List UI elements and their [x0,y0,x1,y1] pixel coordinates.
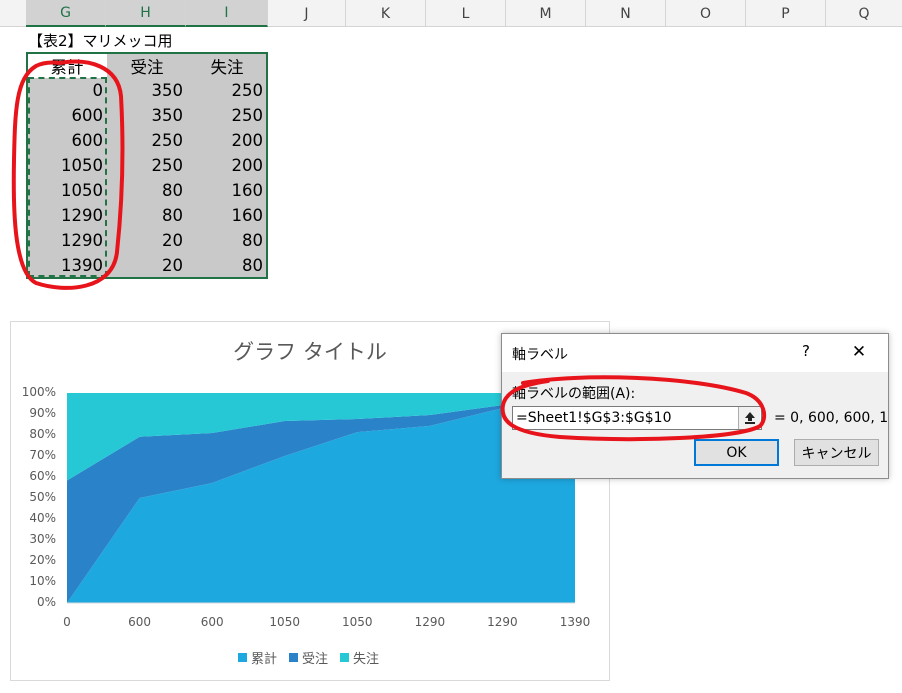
x-tick-label: 1390 [559,615,591,629]
range-collapse-button[interactable] [738,407,760,429]
legend-item-series-1: 累計 [238,648,277,667]
y-tick-label: 20% [29,553,56,567]
y-tick-label: 30% [29,532,56,546]
y-tick-label: 90% [29,406,56,420]
y-tick-label: 10% [29,574,56,588]
axis-label-dialog: 軸ラベル ? ✕ 軸ラベルの範囲(A): =Sheet1!$G$3:$G$10 … [501,333,889,479]
dialog-titlebar[interactable]: 軸ラベル ? ✕ [502,334,888,372]
collapse-arrow-icon [744,412,755,424]
range-preview-text: = 0, 600, 600, 1 [774,410,889,426]
y-tick-label: 40% [29,511,56,525]
legend-label: 失注 [353,652,380,667]
legend-item-series-3: 失注 [340,648,379,667]
y-tick-label: 0% [36,595,56,609]
cancel-button[interactable]: キャンセル [794,439,879,466]
x-tick-label: 600 [200,615,224,629]
x-tick-label: 1050 [269,615,300,629]
y-tick-label: 80% [29,427,56,441]
legend-item-series-2: 受注 [289,648,328,667]
ok-button[interactable]: OK [694,439,779,466]
x-tick-label: 1290 [414,615,446,629]
y-tick-label: 100% [21,385,56,399]
dialog-title: 軸ラベル [512,347,568,363]
x-tick-label: 0 [63,615,71,629]
x-tick-label: 1050 [342,615,373,629]
axis-label-range-value: =Sheet1!$G$3:$G$10 [516,410,672,426]
y-tick-label: 70% [29,448,56,462]
chart-legend[interactable]: 累計 受注 失注 [238,648,379,667]
y-tick-label: 50% [29,490,56,504]
legend-label: 受注 [302,652,329,667]
legend-swatch [289,653,299,662]
axis-label-range-input[interactable]: =Sheet1!$G$3:$G$10 [512,406,762,430]
y-tick-label: 60% [29,469,56,483]
axis-label-range-label: 軸ラベルの範囲(A): [512,386,636,402]
legend-swatch [340,653,350,662]
legend-label: 累計 [251,652,278,667]
legend-swatch [238,653,247,662]
x-tick-label: 1290 [487,615,518,629]
close-icon[interactable]: ✕ [849,342,869,362]
x-tick-label: 600 [128,615,152,629]
help-icon[interactable]: ? [796,342,816,360]
